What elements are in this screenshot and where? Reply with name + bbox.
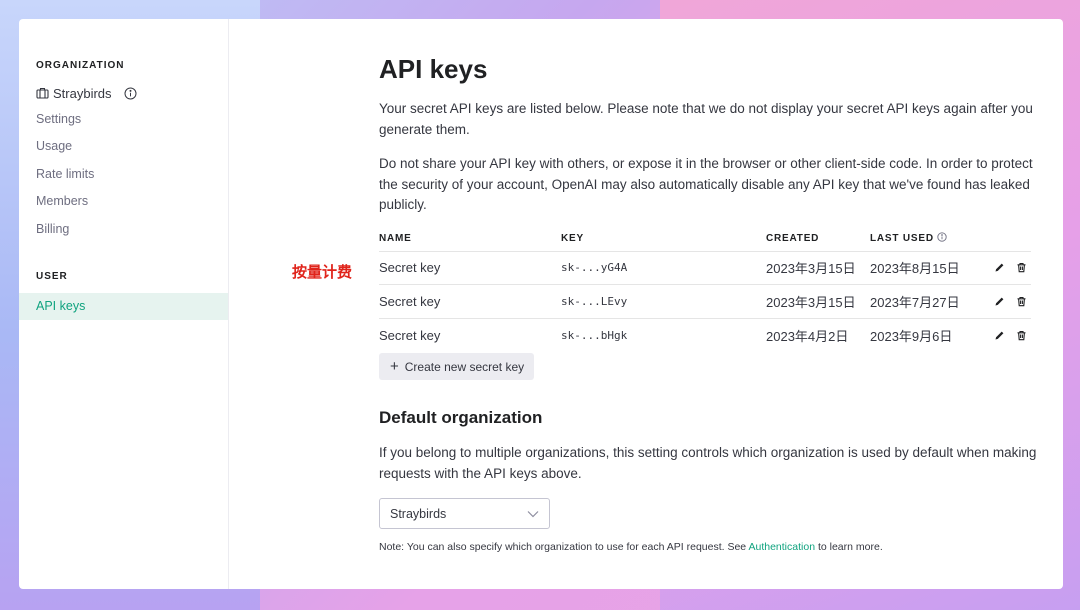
table-row: Secret key sk-...yG4A 2023年3月15日 2023年8月…	[379, 252, 1031, 285]
trash-icon[interactable]	[1015, 295, 1027, 307]
annotation-label: 按量计费	[292, 263, 353, 281]
authentication-link[interactable]: Authentication	[748, 541, 815, 553]
sidebar: ORGANIZATION Straybirds Settings Usage R…	[19, 19, 229, 589]
org-note: Note: You can also specify which organiz…	[379, 541, 1039, 553]
org-selector[interactable]: Straybirds	[19, 85, 228, 101]
org-name: Straybirds	[53, 85, 112, 101]
sidebar-item-members[interactable]: Members	[19, 188, 228, 215]
sidebar-item-usage[interactable]: Usage	[19, 133, 228, 160]
create-secret-key-button[interactable]: + Create new secret key	[379, 353, 535, 380]
default-org-description: If you belong to multiple organizations,…	[379, 445, 1037, 481]
header-created: CREATED	[766, 232, 820, 244]
key-created: 2023年3月15日	[766, 294, 856, 310]
key-last-used: 2023年8月15日	[870, 261, 960, 277]
key-value: sk-...bHgk	[561, 328, 628, 342]
intro-text: Your secret API keys are listed below. P…	[379, 101, 1033, 137]
api-keys-table: NAME KEY CREATED LAST USED Secret key sk…	[379, 226, 1031, 353]
page-title: API keys	[379, 54, 488, 84]
sidebar-item-billing[interactable]: Billing	[19, 216, 228, 243]
warning-text: Do not share your API key with others, o…	[379, 156, 1033, 212]
default-org-selected: Straybirds	[390, 506, 447, 521]
header-last-used: LAST USED	[870, 232, 934, 244]
user-heading: USER	[36, 270, 68, 282]
org-heading: ORGANIZATION	[36, 60, 125, 71]
table-row: Secret key sk-...LEvy 2023年3月15日 2023年7月…	[379, 285, 1031, 319]
pencil-icon[interactable]	[993, 262, 1005, 274]
sidebar-item-api-keys[interactable]: API keys	[19, 292, 228, 320]
default-org-title: Default organization	[379, 408, 543, 427]
chevron-down-icon	[527, 507, 539, 521]
pencil-icon[interactable]	[993, 295, 1005, 307]
header-name: NAME	[379, 232, 412, 244]
table-header: NAME KEY CREATED LAST USED	[379, 226, 1031, 252]
trash-icon[interactable]	[1015, 329, 1027, 341]
default-org-select[interactable]: Straybirds	[379, 498, 550, 529]
header-key: KEY	[561, 232, 584, 244]
trash-icon[interactable]	[1015, 262, 1027, 274]
main-content: 按量计费 API keys Your secret API keys are l…	[229, 19, 1063, 589]
pencil-icon[interactable]	[993, 329, 1005, 341]
key-name: Secret key	[379, 293, 441, 309]
key-last-used: 2023年9月6日	[870, 328, 953, 344]
plus-icon: +	[390, 358, 399, 375]
info-icon[interactable]	[124, 87, 137, 100]
sidebar-item-rate-limits[interactable]: Rate limits	[19, 161, 228, 188]
table-row: Secret key sk-...bHgk 2023年4月2日 2023年9月6…	[379, 319, 1031, 353]
info-icon[interactable]	[937, 231, 947, 245]
key-created: 2023年3月15日	[766, 261, 856, 277]
key-name: Secret key	[379, 260, 441, 276]
note-prefix: Note: You can also specify which organiz…	[379, 541, 749, 553]
create-button-label: Create new secret key	[404, 359, 525, 374]
key-created: 2023年4月2日	[766, 328, 849, 344]
key-last-used: 2023年7月27日	[870, 294, 960, 310]
app-window: ORGANIZATION Straybirds Settings Usage R…	[19, 19, 1063, 589]
key-name: Secret key	[379, 327, 441, 343]
key-value: sk-...LEvy	[561, 294, 628, 308]
briefcase-icon	[36, 87, 49, 99]
sidebar-item-settings[interactable]: Settings	[19, 106, 228, 133]
key-value: sk-...yG4A	[561, 261, 628, 275]
note-suffix: to learn more.	[815, 541, 883, 553]
